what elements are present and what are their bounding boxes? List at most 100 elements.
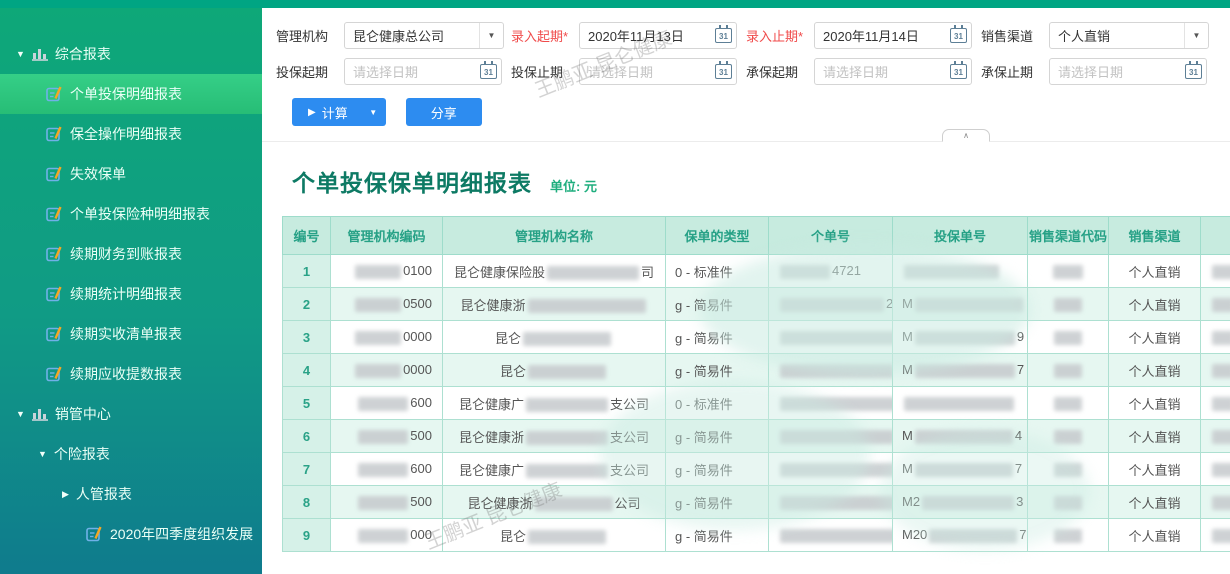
- sidebar-item[interactable]: 保全操作明细报表: [0, 114, 262, 154]
- cell-ccode: [1028, 288, 1109, 321]
- table-row: 30000昆仑g - 简易件M9个人直销0100: [283, 321, 1230, 354]
- redaction: [528, 530, 606, 544]
- redaction: [1212, 397, 1230, 411]
- date-input-entry-end[interactable]: 2020年11月14日31: [814, 22, 972, 49]
- report-table: 编号管理机构编码管理机构名称保单的类型个单号投保单号销售渠道代码销售渠道代理人 …: [282, 216, 1230, 552]
- sidebar-item[interactable]: 续期实收清单报表: [0, 314, 262, 354]
- redaction: [355, 364, 401, 378]
- redaction: [526, 431, 608, 445]
- sidebar-item[interactable]: 个单投保险种明细报表: [0, 194, 262, 234]
- cell-agent: 0100: [1201, 354, 1230, 387]
- cell-code: 000: [331, 519, 443, 552]
- redaction: [1212, 331, 1230, 345]
- column-header: 管理机构名称: [443, 217, 666, 255]
- redaction: [780, 529, 893, 543]
- sidebar-item[interactable]: 续期应收提数报表: [0, 354, 262, 394]
- cell-name: 昆仑健康浙: [443, 288, 666, 321]
- report-icon: [46, 326, 63, 342]
- filter-group-accept-start: 承保起期请选择日期31: [746, 58, 981, 85]
- cell-channel: 个人直销: [1109, 354, 1201, 387]
- calendar-icon[interactable]: 31: [1185, 64, 1202, 79]
- sidebar-item[interactable]: ▶人管报表: [0, 474, 262, 514]
- sidebar-item[interactable]: 失效保单: [0, 154, 262, 194]
- cell-type: g - 简易件: [666, 354, 769, 387]
- cell-proposal: [893, 255, 1028, 288]
- cell-channel: 个人直销: [1109, 420, 1201, 453]
- row-number: 1: [283, 255, 331, 288]
- cell-proposal: M23: [893, 486, 1028, 519]
- table-row: 5600昆仑健康广支公司0 - 标准件个人直销5100: [283, 387, 1230, 420]
- report-icon: [46, 366, 63, 382]
- cell-type: g - 简易件: [666, 321, 769, 354]
- sidebar-item-label: 人管报表: [76, 484, 132, 504]
- filter-label: 承保止期: [981, 62, 1041, 81]
- top-accent-bar: [0, 0, 1230, 8]
- redaction: [1212, 496, 1230, 510]
- redaction: [780, 496, 893, 510]
- sidebar-item[interactable]: 续期财务到账报表: [0, 234, 262, 274]
- date-input-accept-start[interactable]: 请选择日期31: [814, 58, 972, 85]
- filter-group-sales-channel: 销售渠道个人直销▼: [981, 22, 1216, 49]
- report-icon: [46, 246, 63, 262]
- dropdown-sales-channel[interactable]: 个人直销▼: [1049, 22, 1209, 49]
- table-row: 8500昆仑健康浙公司g - 简易件M23个人直销100: [283, 486, 1230, 519]
- main-content: 管理机构昆仑健康总公司▼录入起期*2020年11月13日31录入止期*2020年…: [262, 8, 1230, 574]
- calendar-icon[interactable]: 31: [480, 64, 497, 79]
- cell-proposal: M4: [893, 420, 1028, 453]
- chevron-down-icon[interactable]: ▼: [1184, 23, 1208, 48]
- calendar-icon[interactable]: 31: [715, 64, 732, 79]
- sidebar-item[interactable]: 续期统计明细报表: [0, 274, 262, 314]
- cell-name: 昆仑: [443, 519, 666, 552]
- redaction: [355, 298, 401, 312]
- share-button-label: 分享: [431, 103, 457, 122]
- column-header: 销售渠道代码: [1028, 217, 1109, 255]
- sidebar-item-label: 个单投保明细报表: [70, 84, 182, 104]
- calculate-dropdown-caret-icon[interactable]: ▼: [360, 98, 386, 126]
- sidebar-item-label: 销管中心: [55, 404, 111, 424]
- cell-channel: 个人直销: [1109, 321, 1201, 354]
- redaction: [1054, 430, 1082, 444]
- report-section: 个单投保保单明细报表 单位: 元 编号管理机构编码管理机构名称保单的类型个单号投…: [262, 142, 1230, 552]
- cell-proposal: M207: [893, 519, 1028, 552]
- calendar-icon[interactable]: 31: [715, 28, 732, 43]
- report-icon: [46, 206, 63, 222]
- redaction: [904, 265, 999, 279]
- sidebar-item[interactable]: ▼综合报表: [0, 34, 262, 74]
- calculate-button-label: 计算: [322, 103, 348, 122]
- sidebar-item-label: 续期统计明细报表: [70, 284, 182, 304]
- sidebar-item[interactable]: ▼个险报表: [0, 434, 262, 474]
- cell-policy: [769, 321, 893, 354]
- sidebar-item[interactable]: 2020年四季度组织发展: [0, 514, 262, 554]
- collapse-filter-tab[interactable]: ∧: [942, 129, 990, 142]
- date-input-accept-end[interactable]: 请选择日期31: [1049, 58, 1207, 85]
- sidebar-item-label: 综合报表: [55, 44, 111, 64]
- chevron-down-icon[interactable]: ▼: [479, 23, 503, 48]
- cell-policy: [769, 486, 893, 519]
- calendar-icon[interactable]: 31: [950, 64, 967, 79]
- date-input-apply-start[interactable]: 请选择日期31: [344, 58, 502, 85]
- dropdown-manage-org[interactable]: 昆仑健康总公司▼: [344, 22, 504, 49]
- cell-policy: 4721: [769, 255, 893, 288]
- redaction: [358, 397, 408, 411]
- cell-policy: [769, 453, 893, 486]
- sidebar-item[interactable]: 个单投保明细报表: [0, 74, 262, 114]
- filter-row-1: 管理机构昆仑健康总公司▼录入起期*2020年11月13日31录入止期*2020年…: [276, 22, 1216, 49]
- date-value: 请选择日期: [815, 62, 950, 81]
- chart-icon: [32, 407, 48, 421]
- share-button[interactable]: 分享: [406, 98, 482, 126]
- cell-code: 500: [331, 420, 443, 453]
- redaction: [915, 364, 1015, 378]
- cell-type: g - 简易件: [666, 420, 769, 453]
- cell-proposal: M7: [893, 354, 1028, 387]
- calendar-icon[interactable]: 31: [950, 28, 967, 43]
- cell-name: 昆仑健康广支公司: [443, 387, 666, 420]
- redaction: [1054, 529, 1082, 543]
- date-input-entry-start[interactable]: 2020年11月13日31: [579, 22, 737, 49]
- redaction: [528, 299, 646, 313]
- column-header: 编号: [283, 217, 331, 255]
- date-value: 2020年11月14日: [815, 26, 950, 45]
- sidebar-item[interactable]: ▼销管中心: [0, 394, 262, 434]
- calculate-button[interactable]: ▶ 计算 ▼: [292, 98, 386, 126]
- date-input-apply-end[interactable]: 请选择日期31: [579, 58, 737, 85]
- redaction: [547, 266, 639, 280]
